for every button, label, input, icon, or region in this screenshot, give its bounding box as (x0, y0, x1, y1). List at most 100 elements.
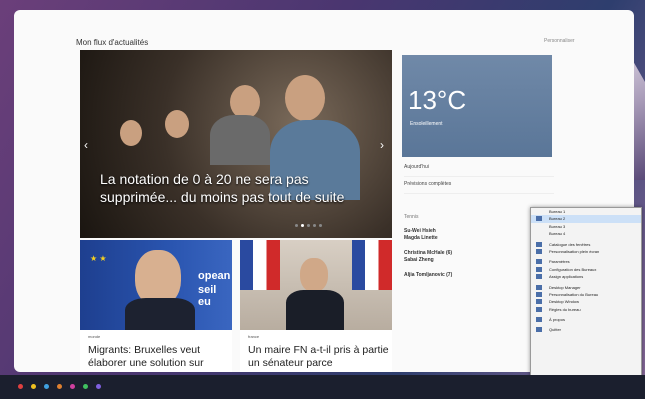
menu-item[interactable]: À propos (531, 316, 641, 323)
news-card[interactable]: opean seil eu ★ ★ monde Migrants: Bruxel… (80, 240, 232, 372)
carousel-dot[interactable] (295, 224, 298, 227)
card-image-text: opean (198, 270, 231, 282)
menu-item[interactable]: Bureau 2 (531, 215, 641, 223)
hero-image-shirt (210, 115, 270, 165)
menu-item-label: Bureau 4 (549, 231, 566, 237)
menu-item-icon (536, 274, 542, 280)
weather-links: Aujourd'hui Prévisions complètes (404, 160, 554, 194)
taskbar (0, 375, 645, 399)
french-flag (352, 240, 392, 290)
sports-label: Tennis (404, 214, 419, 220)
menu-item[interactable]: Quitter (531, 326, 641, 333)
menu-item-icon (536, 241, 542, 247)
page-title: Mon flux d'actualités (76, 38, 149, 47)
sports-item-line: Aljia Tomljanovic (7) (404, 272, 453, 278)
card-image-text: seil eu (198, 284, 217, 308)
chevron-right-icon[interactable]: › (380, 138, 384, 152)
menu-item-label: À propos (549, 317, 566, 323)
menu-item[interactable]: Assign applications (531, 273, 641, 280)
sports-item-line: Sabai Zheng (404, 257, 434, 263)
weather-description: Ensoleillement (410, 121, 443, 127)
menu-item-icon (536, 259, 542, 265)
eu-star-icon: ★ ★ (90, 254, 107, 263)
menu-item[interactable]: Catalogue des fenêtres (531, 241, 641, 248)
menu-item[interactable]: Configuration des Bureaux (531, 266, 641, 273)
taskbar-app-icon[interactable] (31, 384, 36, 389)
sports-item-line: Su-Wei Hsieh (404, 228, 436, 234)
menu-item[interactable]: Desktop Manager (531, 284, 641, 291)
menu-item[interactable]: Bureau 3 (531, 223, 641, 230)
personalize-link[interactable]: Personnaliser (544, 38, 575, 44)
hero-image-person (120, 120, 142, 146)
news-card-category: monde (88, 334, 101, 339)
sports-item[interactable]: Christina McHale (6) Sabai Zheng (404, 250, 519, 264)
menu-item[interactable]: Personnalisation du Bureau (531, 291, 641, 298)
menu-item[interactable]: Règles du bureau (531, 306, 641, 313)
sports-item-line: Magda Linette (404, 235, 438, 241)
menu-item-label: Bureau 2 (549, 216, 566, 222)
carousel-dot[interactable] (313, 224, 316, 227)
menu-item-icon (536, 306, 542, 312)
weather-temperature: 13°C (408, 85, 467, 115)
menu-item-label: Paramètres (549, 259, 570, 265)
carousel-dot[interactable] (319, 224, 322, 227)
menu-item[interactable]: Desktop Window (531, 298, 641, 305)
taskbar-app-icon[interactable] (18, 384, 23, 389)
hero-image-person (165, 110, 189, 138)
news-card-title[interactable]: Migrants: Bruxelles veut élaborer une so… (88, 344, 230, 370)
taskbar-app-icon[interactable] (96, 384, 101, 389)
menu-item-icon (536, 327, 542, 333)
sports-item[interactable]: Su-Wei Hsieh Magda Linette (404, 228, 519, 242)
sports-item[interactable]: Aljia Tomljanovic (7) (404, 272, 519, 279)
hero-image-person (230, 85, 260, 119)
menu-item-icon (536, 216, 542, 222)
news-card-category: france (248, 334, 260, 339)
taskbar-app-icon[interactable] (70, 384, 75, 389)
weather-row-label: Aujourd'hui (404, 164, 429, 170)
hero-story[interactable]: ‹ › La notation de 0 à 20 ne sera pas su… (80, 50, 392, 238)
taskbar-app-icon[interactable] (44, 384, 49, 389)
menu-item-label: Règles du bureau (549, 306, 581, 312)
menu-item-label: Desktop Window (549, 299, 580, 305)
menu-item-icon (536, 299, 542, 305)
carousel-dot[interactable] (307, 224, 310, 227)
menu-item-label: Personnalisation du Bureau (549, 291, 599, 297)
news-card-image (240, 240, 392, 330)
menu-item-label: Bureau 1 (549, 209, 566, 214)
menu-item-label: Personnalisation plein écran (549, 248, 600, 254)
carousel-dot-active[interactable] (301, 224, 304, 227)
menu-item[interactable]: Bureau 4 (531, 230, 641, 237)
weather-row-label: Prévisions complètes (404, 181, 452, 187)
sports-item-line: Christina McHale (6) (404, 250, 453, 256)
news-card-image: opean seil eu ★ ★ (80, 240, 232, 330)
carousel-dots (295, 224, 322, 227)
card-image-suit (286, 290, 344, 330)
news-card[interactable]: france Un maire FN a-t-il pris à partie … (240, 240, 392, 372)
menu-item-label: Configuration des Bureaux (549, 266, 597, 272)
menu-item-icon (536, 291, 542, 297)
menu-item-icon (536, 317, 542, 323)
taskbar-app-icon[interactable] (83, 384, 88, 389)
taskbar-app-icon[interactable] (57, 384, 62, 389)
menu-item-icon (536, 248, 542, 254)
menu-item-label: Catalogue des fenêtres (549, 241, 591, 247)
menu-item[interactable]: Bureau 1 (531, 208, 641, 215)
menu-item-icon (536, 284, 542, 290)
sports-panel: Tennis Su-Wei Hsieh Magda Linette Christ… (404, 214, 519, 287)
hero-image-person (285, 75, 325, 121)
french-flag (240, 240, 280, 290)
weather-row-forecast[interactable]: Prévisions complètes (404, 177, 554, 194)
weather-tile[interactable]: 13°C Ensoleillement (402, 55, 552, 157)
menu-item-label: Quitter (549, 327, 562, 333)
chevron-left-icon[interactable]: ‹ (84, 138, 88, 152)
menu-item[interactable]: Paramètres (531, 258, 641, 265)
weather-row-today[interactable]: Aujourd'hui (404, 160, 554, 177)
card-image-face (300, 258, 328, 292)
hero-caption[interactable]: La notation de 0 à 20 ne sera pas suppri… (100, 170, 380, 206)
menu-item[interactable]: Personnalisation plein écran (531, 248, 641, 255)
menu-item-icon (536, 266, 542, 272)
context-menu: Bureau 1 Bureau 2 Bureau 3 Bureau 4 Catalogu… (530, 207, 642, 397)
menu-item-label: Assign applications (549, 274, 584, 280)
menu-item-label: Desktop Manager (549, 284, 581, 290)
news-card-title[interactable]: Un maire FN a-t-il pris à partie un séna… (248, 344, 390, 370)
